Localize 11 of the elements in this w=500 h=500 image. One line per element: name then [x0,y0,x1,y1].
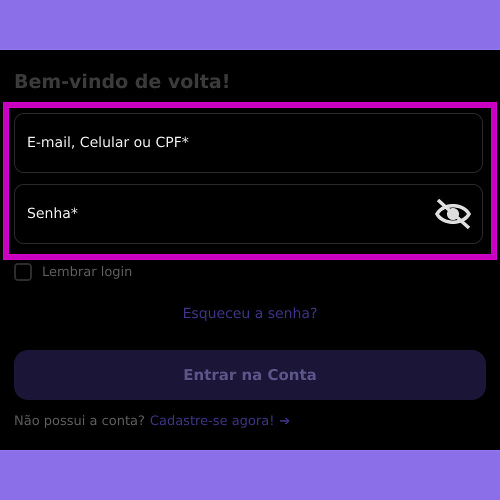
forgot-password-link[interactable]: Esqueceu a senha? [182,306,318,322]
remember-checkbox[interactable] [14,263,32,281]
hidden-eye-icon[interactable] [433,197,473,231]
welcome-title: Bem-vindo de volta! [14,70,230,95]
signup-prompt: Não possui a conta? [14,414,145,429]
signup-link[interactable]: Cadastre-se agora! [150,414,274,429]
remember-label: Lembrar login [42,264,132,280]
login-button[interactable]: Entrar na Conta [14,350,486,400]
password-field[interactable]: Senha* [14,184,483,244]
login-field[interactable]: E-mail, Celular ou CPF* [14,113,483,173]
arrow-icon[interactable]: ➔ [279,414,290,429]
